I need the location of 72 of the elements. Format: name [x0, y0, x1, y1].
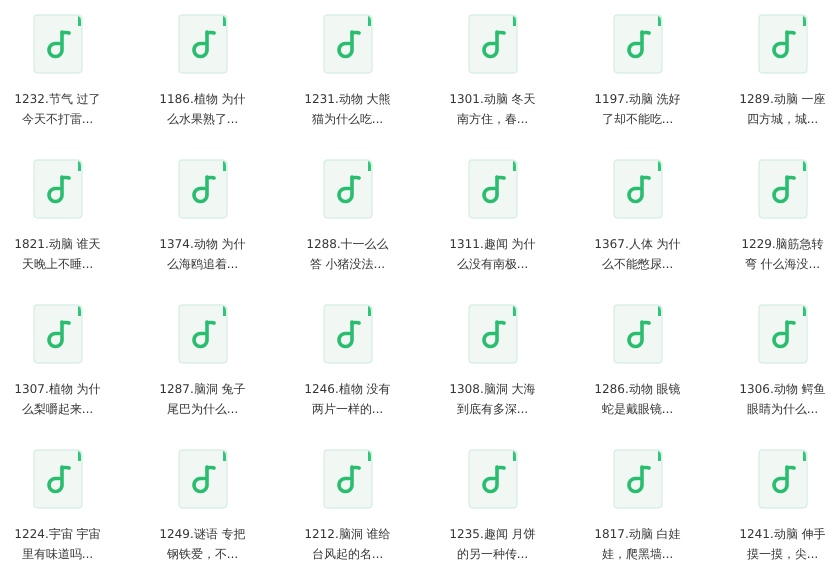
file-item[interactable]: 1308.脑洞 大海 到底有多深... — [435, 290, 550, 435]
audio-file-icon — [322, 304, 372, 364]
audio-file-icon — [612, 14, 662, 74]
file-name: 1308.脑洞 大海 到底有多深... — [449, 381, 536, 418]
file-name: 1246.植物 没有 两片一样的... — [304, 381, 391, 418]
file-name: 1224.宇宙 宇宙 里有味道吗... — [14, 526, 101, 563]
audio-file-icon — [32, 159, 82, 219]
audio-file-icon — [322, 449, 372, 509]
audio-file-icon — [758, 14, 808, 74]
audio-file-icon — [322, 14, 372, 74]
file-name: 1287.脑洞 兔子 尾巴为什么... — [159, 381, 246, 418]
file-name: 1286.动物 眼镜 蛇是戴眼镜... — [594, 381, 681, 418]
audio-file-icon — [758, 304, 808, 364]
audio-file-icon — [322, 159, 372, 219]
file-name: 1306.动物 鳄鱼 眼睛为什么... — [739, 381, 826, 418]
file-name: 1235.趣闻 月饼 的另一种传... — [449, 526, 536, 563]
file-item[interactable]: 1224.宇宙 宇宙 里有味道吗... — [0, 435, 115, 576]
audio-file-icon — [468, 449, 518, 509]
audio-file-icon — [178, 304, 228, 364]
file-item[interactable]: 1241.动脑 伸手 摸一摸，尖... — [725, 435, 838, 576]
file-item[interactable]: 1286.动物 眼镜 蛇是戴眼镜... — [580, 290, 695, 435]
file-item[interactable]: 1231.动物 大熊 猫为什么吃... — [290, 0, 405, 145]
file-name: 1367.人体 为什 么不能憋尿... — [594, 236, 681, 273]
file-name: 1821.动脑 谁天 天晚上不睡... — [14, 236, 101, 273]
file-item[interactable]: 1821.动脑 谁天 天晚上不睡... — [0, 145, 115, 290]
audio-file-icon — [612, 304, 662, 364]
file-name: 1307.植物 为什 么梨嚼起来... — [14, 381, 101, 418]
file-name: 1212.脑洞 谁给 台风起的名... — [304, 526, 391, 563]
file-item[interactable]: 1229.脑筋急转 弯 什么海没... — [725, 145, 838, 290]
audio-file-icon — [758, 159, 808, 219]
file-name: 1301.动脑 冬天 南方住，春... — [449, 91, 536, 128]
audio-file-icon — [612, 449, 662, 509]
file-item[interactable]: 1817.动脑 白娃 娃，爬黑墙... — [580, 435, 695, 576]
file-name: 1374.动物 为什 么海鸥追着... — [159, 236, 246, 273]
file-name: 1289.动脑 一座 四方城，城... — [739, 91, 826, 128]
audio-file-icon — [178, 14, 228, 74]
audio-file-icon — [32, 14, 82, 74]
audio-file-icon — [178, 449, 228, 509]
file-name: 1249.谜语 专把 钢铁爱，不... — [159, 526, 246, 563]
audio-file-icon — [32, 304, 82, 364]
file-item[interactable]: 1232.节气 过了 今天不打雷... — [0, 0, 115, 145]
file-name: 1231.动物 大熊 猫为什么吃... — [304, 91, 391, 128]
audio-file-icon — [758, 449, 808, 509]
file-item[interactable]: 1306.动物 鳄鱼 眼睛为什么... — [725, 290, 838, 435]
file-item[interactable]: 1311.趣闻 为什 么没有南极... — [435, 145, 550, 290]
file-name: 1232.节气 过了 今天不打雷... — [14, 91, 101, 128]
file-item[interactable]: 1367.人体 为什 么不能憋尿... — [580, 145, 695, 290]
audio-file-icon — [468, 14, 518, 74]
audio-file-icon — [468, 159, 518, 219]
file-item[interactable]: 1287.脑洞 兔子 尾巴为什么... — [145, 290, 260, 435]
audio-file-icon — [612, 159, 662, 219]
file-item[interactable]: 1212.脑洞 谁给 台风起的名... — [290, 435, 405, 576]
file-name: 1197.动脑 洗好 了却不能吃... — [594, 91, 681, 128]
file-name: 1817.动脑 白娃 娃，爬黑墙... — [594, 526, 681, 563]
file-item[interactable]: 1289.动脑 一座 四方城，城... — [725, 0, 838, 145]
file-item[interactable]: 1301.动脑 冬天 南方住，春... — [435, 0, 550, 145]
file-item[interactable]: 1288.十一么么 答 小猪没法... — [290, 145, 405, 290]
file-name: 1241.动脑 伸手 摸一摸，尖... — [739, 526, 826, 563]
file-name: 1311.趣闻 为什 么没有南极... — [449, 236, 536, 273]
file-item[interactable]: 1307.植物 为什 么梨嚼起来... — [0, 290, 115, 435]
file-name: 1186.植物 为什 么水果熟了... — [159, 91, 246, 128]
audio-file-icon — [468, 304, 518, 364]
file-name: 1288.十一么么 答 小猪没法... — [306, 236, 389, 273]
audio-file-icon — [32, 449, 82, 509]
file-item[interactable]: 1186.植物 为什 么水果熟了... — [145, 0, 260, 145]
file-item[interactable]: 1246.植物 没有 两片一样的... — [290, 290, 405, 435]
file-item[interactable]: 1374.动物 为什 么海鸥追着... — [145, 145, 260, 290]
file-item[interactable]: 1249.谜语 专把 钢铁爱，不... — [145, 435, 260, 576]
file-item[interactable]: 1235.趣闻 月饼 的另一种传... — [435, 435, 550, 576]
file-item[interactable]: 1197.动脑 洗好 了却不能吃... — [580, 0, 695, 145]
audio-file-icon — [178, 159, 228, 219]
file-name: 1229.脑筋急转 弯 什么海没... — [741, 236, 824, 273]
